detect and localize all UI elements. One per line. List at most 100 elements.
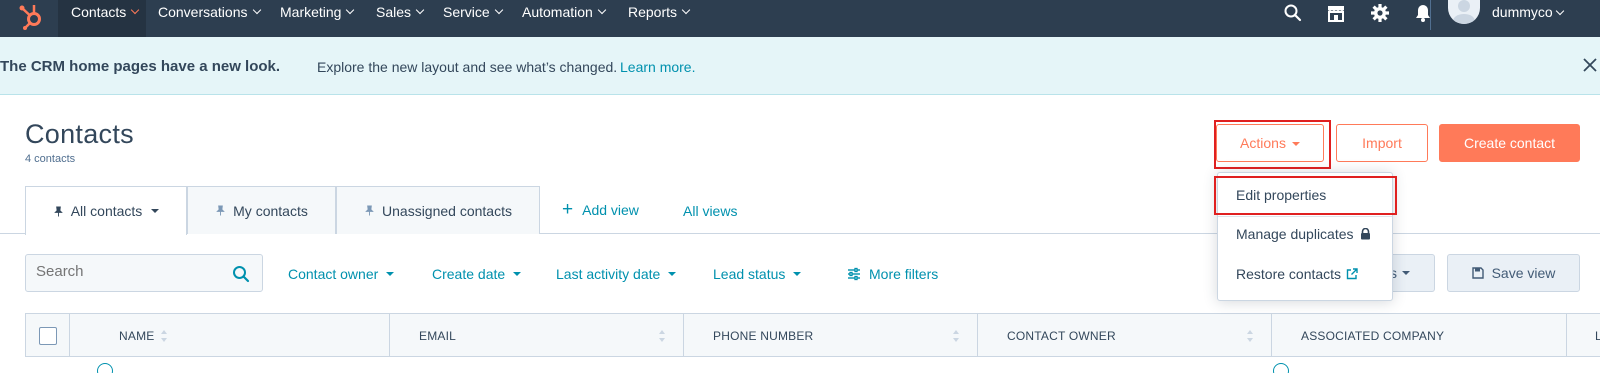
nav-service[interactable]: Service	[443, 0, 503, 37]
search-box	[25, 254, 263, 292]
caret-down-icon	[793, 272, 802, 276]
nav-divider	[1430, 0, 1431, 30]
search-icon[interactable]	[1283, 3, 1303, 23]
nav-reports-label: Reports	[628, 4, 678, 20]
select-all-checkbox[interactable]	[39, 327, 57, 345]
sort-icon	[953, 330, 959, 342]
nav-reports[interactable]: Reports	[628, 0, 691, 37]
create-contact-button[interactable]: Create contact	[1439, 124, 1580, 162]
column-header-phone-number[interactable]: PHONE NUMBER	[684, 314, 978, 357]
filter-lead-status[interactable]: Lead status	[713, 266, 802, 282]
close-icon[interactable]	[1583, 58, 1597, 72]
top-navigation-bar: Contacts Conversations Marketing Sales S…	[0, 0, 1600, 37]
chevron-down-icon	[494, 5, 503, 15]
filter-create-date[interactable]: Create date	[432, 266, 522, 282]
partially-hidden-button[interactable]: s	[1390, 254, 1435, 292]
add-view-label: Add view	[582, 202, 639, 218]
save-icon	[1471, 267, 1484, 279]
tab-my-contacts-label: My contacts	[233, 202, 308, 219]
avatar[interactable]	[1448, 0, 1480, 24]
menu-item-restore-contacts-label: Restore contacts	[1236, 266, 1342, 282]
banner-text: Explore the new layout and see what’s ch…	[317, 59, 618, 75]
nav-marketing-label: Marketing	[280, 4, 342, 20]
menu-divider	[1218, 216, 1392, 217]
add-view-button[interactable]: + Add view	[562, 199, 639, 220]
nav-automation-label: Automation	[522, 4, 593, 20]
tab-unassigned-contacts-label: Unassigned contacts	[382, 202, 512, 219]
caret-down-icon	[513, 272, 522, 276]
pin-icon	[365, 205, 374, 216]
sliders-icon	[848, 267, 860, 281]
column-header-associated-company[interactable]: ASSOCIATED COMPANY	[1272, 314, 1567, 357]
column-phone-label: PHONE NUMBER	[713, 328, 814, 343]
all-views-link[interactable]: All views	[683, 203, 737, 219]
highlight-box-edit-properties	[1214, 176, 1397, 215]
chevron-down-icon	[346, 5, 355, 15]
more-filters-label: More filters	[869, 266, 939, 282]
nav-marketing[interactable]: Marketing	[280, 0, 355, 37]
more-filters-button[interactable]: More filters	[847, 266, 938, 282]
search-input[interactable]	[36, 263, 216, 280]
plus-icon: +	[562, 199, 574, 220]
nav-contacts-label: Contacts	[71, 4, 127, 20]
nav-sales-label: Sales	[376, 4, 412, 20]
caret-down-icon	[668, 272, 677, 276]
row-avatar	[97, 363, 113, 373]
filter-create-date-label: Create date	[432, 266, 506, 282]
sort-icon	[659, 330, 665, 342]
filter-contact-owner-label: Contact owner	[288, 266, 379, 282]
filter-last-activity-date[interactable]: Last activity date	[556, 266, 677, 282]
account-menu[interactable]: dummyco	[1492, 4, 1564, 20]
announcement-banner: The CRM home pages have a new look. Expl…	[0, 37, 1600, 95]
sort-icon	[1247, 330, 1253, 342]
column-name-label: NAME	[119, 328, 155, 343]
column-email-label: EMAIL	[419, 328, 457, 343]
chevron-down-icon	[252, 5, 261, 15]
filter-last-activity-date-label: Last activity date	[556, 266, 661, 282]
nav-conversations[interactable]: Conversations	[158, 0, 261, 37]
column-header-contact-owner[interactable]: CONTACT OWNER	[978, 314, 1272, 357]
table-header: NAME EMAIL PHONE NUMBER CONTACT OWNER AS…	[25, 313, 1600, 357]
row-company-logo	[1273, 363, 1289, 373]
caret-down-icon	[1402, 271, 1410, 275]
column-header-partial[interactable]: L	[1567, 314, 1600, 357]
filter-lead-status-label: Lead status	[713, 266, 786, 282]
chevron-down-icon	[415, 5, 425, 15]
sort-icon	[161, 330, 167, 342]
column-owner-label: CONTACT OWNER	[1007, 328, 1116, 343]
tab-all-contacts[interactable]: All contacts	[25, 186, 187, 235]
page-title: Contacts	[25, 119, 134, 149]
caret-down-icon	[386, 272, 395, 276]
menu-item-manage-duplicates[interactable]: Manage duplicates	[1236, 226, 1371, 242]
chevron-down-icon	[1555, 6, 1564, 16]
pin-icon	[53, 205, 63, 217]
nav-automation[interactable]: Automation	[522, 0, 607, 37]
banner-title: The CRM home pages have a new look.	[0, 58, 281, 75]
tab-my-contacts[interactable]: My contacts	[187, 186, 336, 234]
search-icon[interactable]	[232, 265, 250, 283]
column-company-label: ASSOCIATED COMPANY	[1301, 328, 1445, 343]
column-header-email[interactable]: EMAIL	[390, 314, 684, 357]
highlight-box-actions	[1214, 120, 1331, 169]
tab-unassigned-contacts[interactable]: Unassigned contacts	[336, 186, 540, 234]
filter-contact-owner[interactable]: Contact owner	[288, 266, 395, 282]
account-name: dummyco	[1492, 4, 1553, 20]
pin-icon	[216, 205, 225, 216]
nav-conversations-label: Conversations	[158, 4, 248, 20]
nav-sales[interactable]: Sales	[376, 0, 425, 37]
record-count: 4 contacts	[25, 153, 76, 165]
banner-learn-more-link[interactable]: Learn more.	[620, 59, 695, 75]
hubspot-sprocket-icon[interactable]	[16, 2, 46, 32]
chevron-down-icon	[597, 5, 607, 15]
import-button[interactable]: Import	[1336, 124, 1428, 162]
save-view-button[interactable]: Save view	[1447, 254, 1580, 292]
chevron-down-icon	[681, 5, 691, 15]
nav-contacts[interactable]: Contacts	[58, 0, 146, 37]
settings-icon[interactable]	[1370, 3, 1390, 23]
marketplace-icon[interactable]	[1326, 3, 1346, 23]
menu-item-restore-contacts[interactable]: Restore contacts	[1236, 266, 1358, 282]
select-all-cell	[26, 314, 70, 357]
caret-down-icon	[151, 209, 160, 213]
column-header-name[interactable]: NAME	[70, 314, 390, 357]
lock-icon	[1360, 228, 1370, 240]
